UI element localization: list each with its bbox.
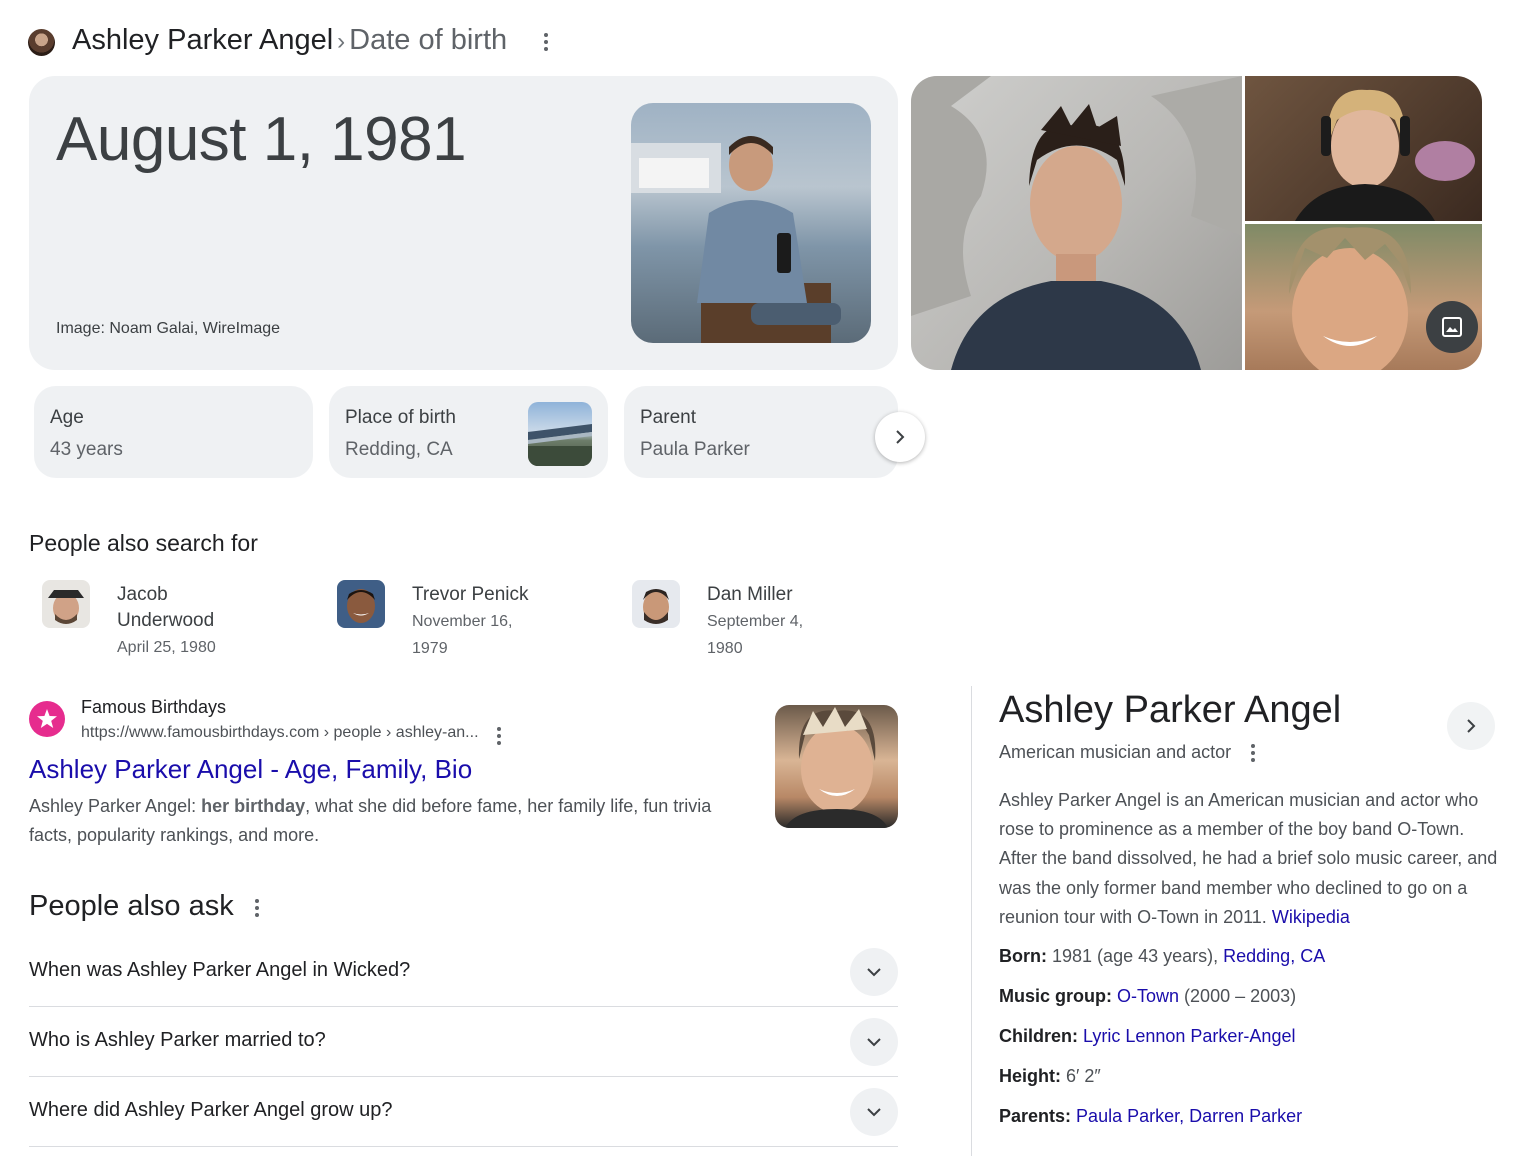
person-avatar <box>337 580 385 628</box>
fact-chip-age[interactable]: Age 43 years <box>34 386 313 478</box>
person-photo-icon <box>632 580 680 628</box>
fact-chip-place-of-birth[interactable]: Place of birth Redding, CA <box>329 386 608 478</box>
bridge-photo-icon <box>528 424 592 466</box>
paa-question: When was Ashley Parker Angel in Wicked? <box>29 959 411 981</box>
person-birth-date: April 25, 1980 <box>117 639 216 656</box>
person-name: Jacob Underwood <box>117 584 215 631</box>
fact-born: Born: 1981 (age 43 years), Redding, CA <box>999 946 1326 966</box>
entity-avatar[interactable] <box>28 29 55 56</box>
person-avatar <box>632 580 680 628</box>
person-photo-icon <box>631 136 841 343</box>
person-avatar <box>42 580 90 628</box>
people-also-search-title: People also search for <box>29 530 258 556</box>
answer-photo[interactable] <box>631 103 871 343</box>
result-url[interactable]: https://www.famousbirthdays.com › people… <box>81 724 479 742</box>
entity-name[interactable]: Ashley Parker Angel <box>72 24 333 56</box>
chevron-down-icon <box>867 1038 881 1047</box>
expand-button[interactable] <box>850 1018 898 1066</box>
gallery-image-2[interactable] <box>1245 76 1482 221</box>
wikipedia-link[interactable]: Wikipedia <box>1272 907 1350 927</box>
people-also-ask-title: People also ask <box>29 890 234 922</box>
fact-height: Height: 6′ 2″ <box>999 1066 1101 1086</box>
result-thumbnail[interactable] <box>775 705 898 828</box>
music-group-link[interactable]: O-Town <box>1117 986 1179 1006</box>
fact-label: Parent <box>640 407 696 428</box>
children-link[interactable]: Lyric Lennon Parker-Angel <box>1083 1026 1295 1046</box>
knowledge-panel-more-icon[interactable] <box>1248 744 1258 762</box>
person-photo-icon <box>911 76 1242 370</box>
result-snippet: Ashley Parker Angel: her birthday, what … <box>29 796 712 845</box>
panel-divider <box>971 686 972 1156</box>
person-name: Trevor Penick <box>412 584 529 605</box>
result-title-link[interactable]: Ashley Parker Angel - Age, Family, Bio <box>29 754 472 785</box>
result-more-options-icon[interactable] <box>493 726 505 746</box>
paa-question: Who is Ashley Parker married to? <box>29 1029 326 1051</box>
fact-music-group: Music group: O-Town (2000 – 2003) <box>999 986 1297 1006</box>
entity-breadcrumb: Ashley Parker Angel › Date of birth <box>72 24 507 57</box>
chevron-right-icon <box>896 430 905 444</box>
chevron-right-icon <box>1467 719 1476 733</box>
expand-button[interactable] <box>850 1088 898 1136</box>
image-icon <box>1442 317 1462 337</box>
paa-question-row[interactable]: When was Ashley Parker Angel in Wicked? <box>29 937 898 1007</box>
born-place-link[interactable]: Redding, CA <box>1223 946 1325 966</box>
more-options-icon[interactable] <box>539 32 553 52</box>
knowledge-panel-title: Ashley Parker Angel <box>999 689 1342 731</box>
birth-date: August 1, 1981 <box>56 105 467 174</box>
fact-chip-parent[interactable]: Parent Paula Parker <box>624 386 898 478</box>
chevron-down-icon <box>867 1108 881 1117</box>
breadcrumb-separator: › <box>337 28 346 55</box>
result-site-name[interactable]: Famous Birthdays <box>81 697 226 718</box>
knowledge-panel-description: Ashley Parker Angel is an American music… <box>999 790 1498 927</box>
person-birth-date: September 4, 1980 <box>707 613 804 657</box>
fact-value: Paula Parker <box>640 439 750 460</box>
fact-label: Place of birth <box>345 407 456 428</box>
paa-more-options-icon[interactable] <box>251 898 263 918</box>
knowledge-panel-subtitle: American musician and actor <box>999 742 1232 762</box>
attribute-name: Date of birth <box>349 24 508 56</box>
knowledge-panel-next-button[interactable] <box>1447 702 1495 750</box>
person-name: Dan Miller <box>707 584 793 605</box>
gallery-image-1[interactable] <box>911 76 1242 370</box>
fact-label: Age <box>50 407 84 428</box>
person-photo-icon <box>785 707 888 828</box>
fact-parents: Parents: Paula Parker, Darren Parker <box>999 1106 1303 1126</box>
chevron-down-icon <box>867 968 881 977</box>
paa-question: Where did Ashley Parker Angel grow up? <box>29 1099 393 1121</box>
site-favicon[interactable] <box>29 701 65 737</box>
image-credit: Image: Noam Galai, WireImage <box>56 320 281 337</box>
view-images-button[interactable] <box>1426 301 1478 353</box>
image-gallery[interactable] <box>911 76 1482 370</box>
paa-question-row[interactable]: Who is Ashley Parker married to? <box>29 1007 898 1077</box>
person-photo-icon <box>1295 89 1475 221</box>
person-photo-icon <box>337 580 385 628</box>
person-birth-date: November 16, 1979 <box>412 613 513 657</box>
fact-children: Children: Lyric Lennon Parker-Angel <box>999 1026 1296 1046</box>
facts-next-button[interactable] <box>875 412 925 462</box>
parents-link[interactable]: Paula Parker, Darren Parker <box>1076 1106 1302 1126</box>
place-thumbnail <box>528 402 592 466</box>
fact-value: Redding, CA <box>345 439 453 460</box>
star-icon <box>37 709 57 728</box>
fact-value: 43 years <box>50 439 123 460</box>
person-photo-icon <box>42 580 90 628</box>
expand-button[interactable] <box>850 948 898 996</box>
paa-question-row[interactable]: Where did Ashley Parker Angel grow up? <box>29 1077 898 1147</box>
